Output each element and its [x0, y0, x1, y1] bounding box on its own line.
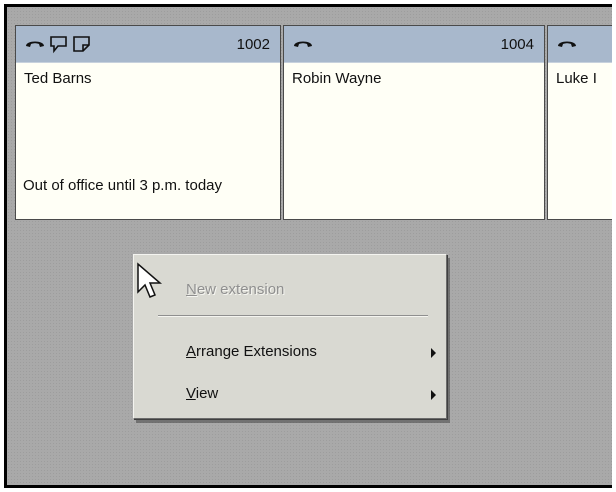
card-icons — [292, 35, 314, 55]
card-header: 1002 — [16, 26, 280, 63]
extension-number: 1004 — [500, 36, 534, 53]
card-icons — [24, 35, 92, 55]
menu-item-label: ew extension — [196, 281, 285, 298]
menu-item-label: rrange Extensions — [196, 343, 317, 360]
menu-item-arrange-extensions[interactable]: Arrange Extensions — [186, 343, 317, 360]
submenu-arrow-icon — [431, 348, 436, 358]
status-message: Out of office until 3 p.m. today — [23, 177, 222, 194]
note-icon — [73, 36, 90, 52]
menu-item-new-extension[interactable]: New extension — [186, 281, 284, 298]
extension-card-3[interactable]: Luke I — [547, 25, 612, 220]
context-menu: New extension Arrange Extensions View — [133, 254, 447, 419]
card-header — [548, 26, 612, 63]
menu-separator — [158, 315, 428, 317]
speech-bubble-icon — [50, 36, 67, 54]
card-header: 1004 — [284, 26, 544, 63]
extension-card-1004[interactable]: 1004 Robin Wayne — [283, 25, 545, 220]
menu-item-mnemonic: N — [186, 281, 197, 298]
mouse-pointer-icon — [137, 262, 163, 298]
menu-item-label: iew — [195, 385, 219, 402]
extension-card-1002[interactable]: 1002 Ted Barns Out of office until 3 p.m… — [15, 25, 281, 220]
contact-name: Ted Barns — [24, 70, 92, 87]
contact-name: Luke I — [556, 70, 597, 87]
menu-item-mnemonic: V — [186, 385, 196, 402]
phone-handset-icon — [558, 41, 576, 47]
menu-item-mnemonic: A — [186, 343, 197, 360]
phone-handset-icon — [26, 41, 44, 47]
submenu-arrow-icon — [431, 390, 436, 400]
contact-name: Robin Wayne — [292, 70, 382, 87]
extension-number: 1002 — [236, 36, 270, 53]
phone-handset-icon — [294, 41, 312, 47]
menu-item-view[interactable]: View — [186, 385, 218, 402]
card-icons — [556, 35, 578, 55]
